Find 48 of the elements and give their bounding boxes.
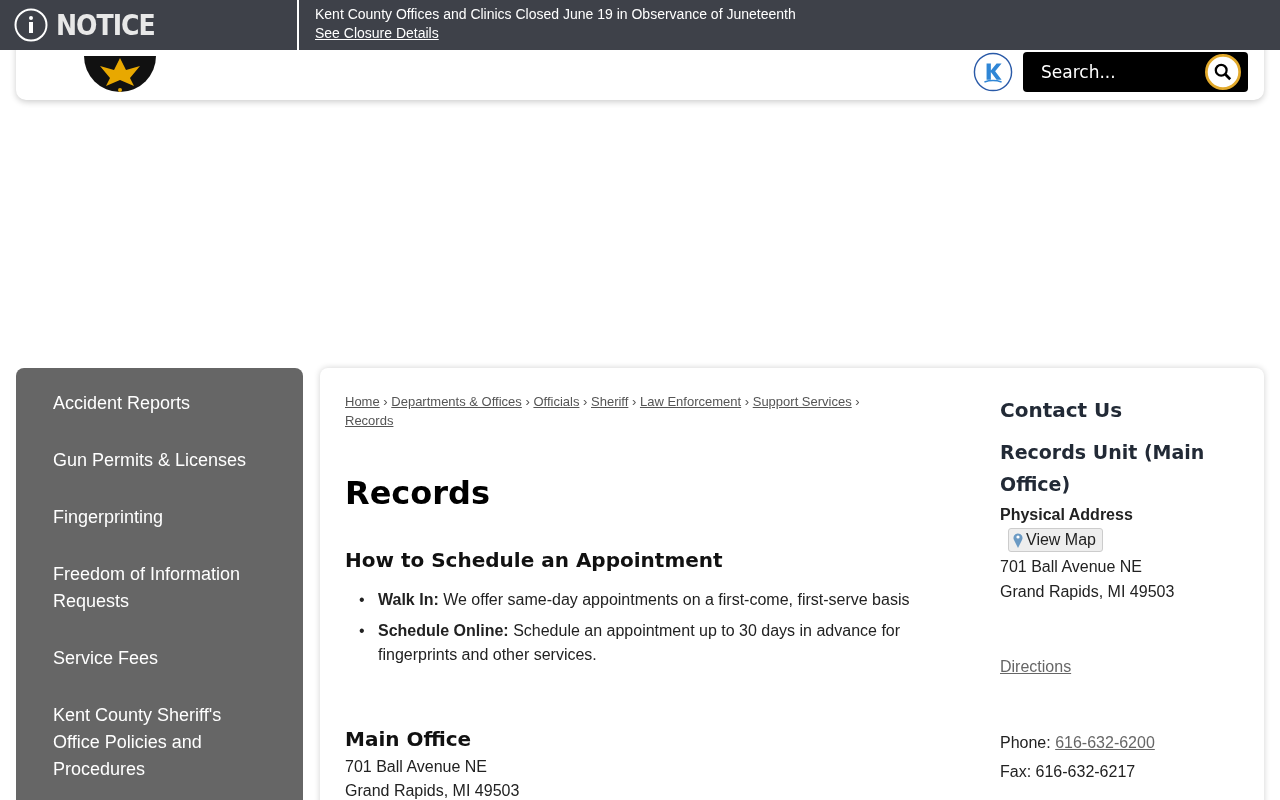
search-button[interactable]: [1198, 52, 1248, 92]
bullet: •: [358, 621, 366, 641]
address-label: Physical Address: [1000, 505, 1134, 525]
address-line: Grand Rapids, MI 49503: [1000, 582, 1176, 602]
address-line: 701 Ball Avenue NE: [1000, 557, 1144, 577]
info-icon: [14, 8, 48, 42]
breadcrumb-link[interactable]: Home: [345, 394, 380, 409]
closure-details-link[interactable]: See Closure Details: [315, 25, 796, 41]
sheriff-badge-logo: [84, 56, 156, 92]
breadcrumb-separator: ›: [743, 394, 751, 409]
breadcrumb-separator: ›: [382, 394, 389, 409]
county-logo-icon[interactable]: [973, 52, 1013, 92]
bullet: •: [358, 590, 366, 610]
map-pin-icon: [1013, 532, 1023, 548]
sidebar-item[interactable]: Fingerprinting: [16, 490, 303, 547]
sidebar-item[interactable]: Service Fees: [16, 631, 303, 688]
sidebar-item[interactable]: Kent County Sheriff's Office Policies and Procedures: [16, 688, 303, 799]
notice-message: Kent County Offices and Clinics Closed June 19 in Observance of Juneteenth: [315, 6, 796, 22]
list-item: Walk In: We offer same-day appointments on a first-come, first-serve basis: [378, 590, 910, 610]
fax-number: Fax: 616-632-6217: [1000, 762, 1137, 782]
contact-heading: Contact Us: [1000, 398, 1124, 422]
section-heading: Main Office: [345, 727, 473, 751]
view-map-button[interactable]: View Map: [1008, 528, 1103, 552]
directions-link[interactable]: Directions: [1000, 658, 1072, 675]
breadcrumb-separator: ›: [582, 394, 589, 409]
breadcrumb-link[interactable]: Support Services: [752, 394, 852, 409]
breadcrumb-link[interactable]: Law Enforcement: [639, 394, 742, 409]
notice-title: NOTICE: [56, 8, 155, 42]
breadcrumb-link[interactable]: Records: [345, 413, 394, 428]
phone-link[interactable]: 616-632-6200: [1055, 734, 1155, 751]
sidebar-item[interactable]: Freedom of Information Requests: [16, 547, 303, 631]
breadcrumb-separator: ›: [524, 394, 531, 409]
sidebar-item[interactable]: Accident Reports: [16, 376, 303, 433]
breadcrumb-separator: ›: [854, 394, 860, 409]
phone-label: Phone:: [1000, 734, 1052, 751]
breadcrumb-link[interactable]: Departments & Offices: [391, 394, 522, 409]
unit-name: Records Unit (Main Office): [1000, 440, 1206, 497]
search-field[interactable]: Search...: [1023, 52, 1198, 92]
list-item: Schedule Online: Schedule an appointment up to 30 days in advance for fingerprints and other services.: [378, 621, 902, 665]
breadcrumb-separator: ›: [631, 394, 638, 409]
sidebar-item[interactable]: Gun Permits & Licenses: [16, 433, 303, 490]
address-line: Grand Rapids, MI 49503: [345, 781, 521, 800]
section-heading: How to Schedule an Appointment: [345, 548, 724, 572]
breadcrumb-link[interactable]: Officials: [533, 394, 580, 409]
address-line: 701 Ball Avenue NE: [345, 757, 489, 777]
search-icon: [1205, 54, 1241, 90]
page-title: Records: [345, 474, 492, 512]
breadcrumb-link[interactable]: Sheriff: [591, 394, 629, 409]
